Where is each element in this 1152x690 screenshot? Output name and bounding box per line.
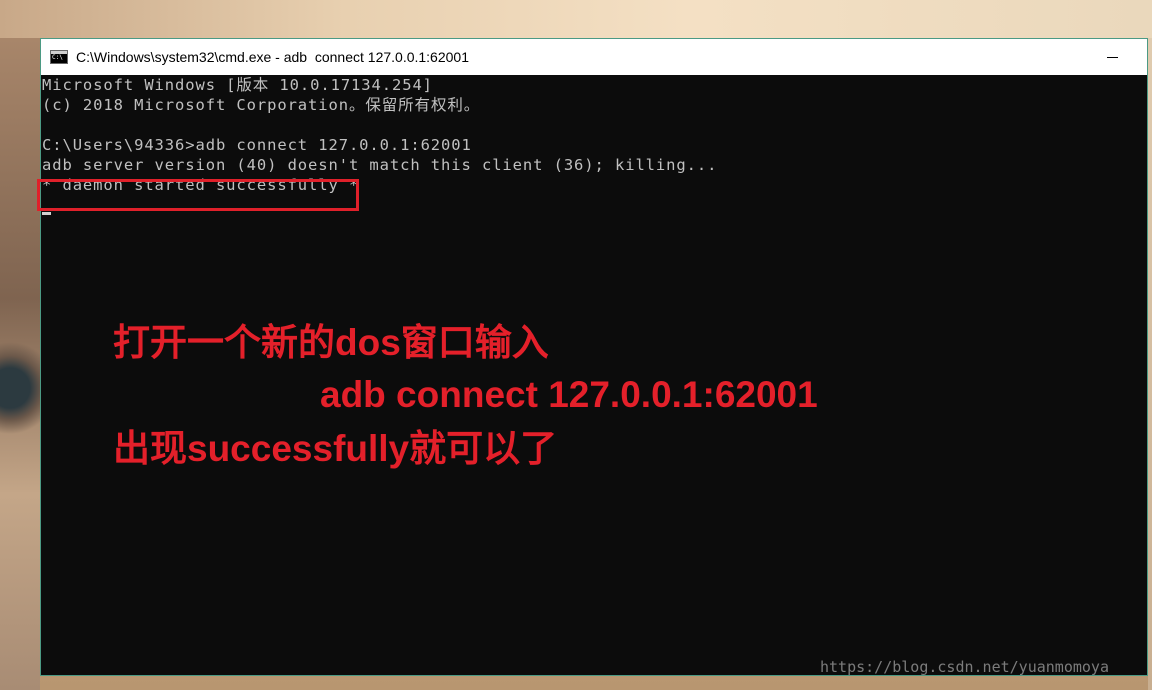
title-bar[interactable]: C:\Windows\system32\cmd.exe - adb connec… [41, 39, 1147, 75]
console-line-server-mismatch: adb server version (40) doesn't match th… [42, 156, 718, 174]
text-cursor [42, 212, 51, 215]
cmd-window: C:\Windows\system32\cmd.exe - adb connec… [37, 38, 1148, 676]
annotation-instruction: 打开一个新的dos窗口输入 [113, 322, 549, 363]
console-line-copyright: (c) 2018 Microsoft Corporation。保留所有权利。 [42, 96, 481, 114]
minimize-button[interactable] [1089, 39, 1135, 75]
console-line-command: C:\Users\94336>adb connect 127.0.0.1:620… [42, 136, 472, 154]
highlight-box [37, 179, 359, 211]
annotation-command: adb connect 127.0.0.1:62001 [320, 374, 818, 415]
window-title: C:\Windows\system32\cmd.exe - adb connec… [76, 49, 469, 65]
desktop-background-top [0, 0, 1152, 38]
console-output[interactable]: Microsoft Windows [版本 10.0.17134.254] (c… [37, 75, 1147, 675]
watermark: https://blog.csdn.net/yuanmomoya [820, 658, 1109, 676]
annotation-success-note: 出现successfully就可以了 [113, 428, 558, 469]
desktop-background-left [0, 38, 40, 690]
console-line-version: Microsoft Windows [版本 10.0.17134.254] [42, 76, 433, 94]
desktop-background-right [1148, 38, 1152, 690]
cmd-icon[interactable] [50, 50, 68, 64]
